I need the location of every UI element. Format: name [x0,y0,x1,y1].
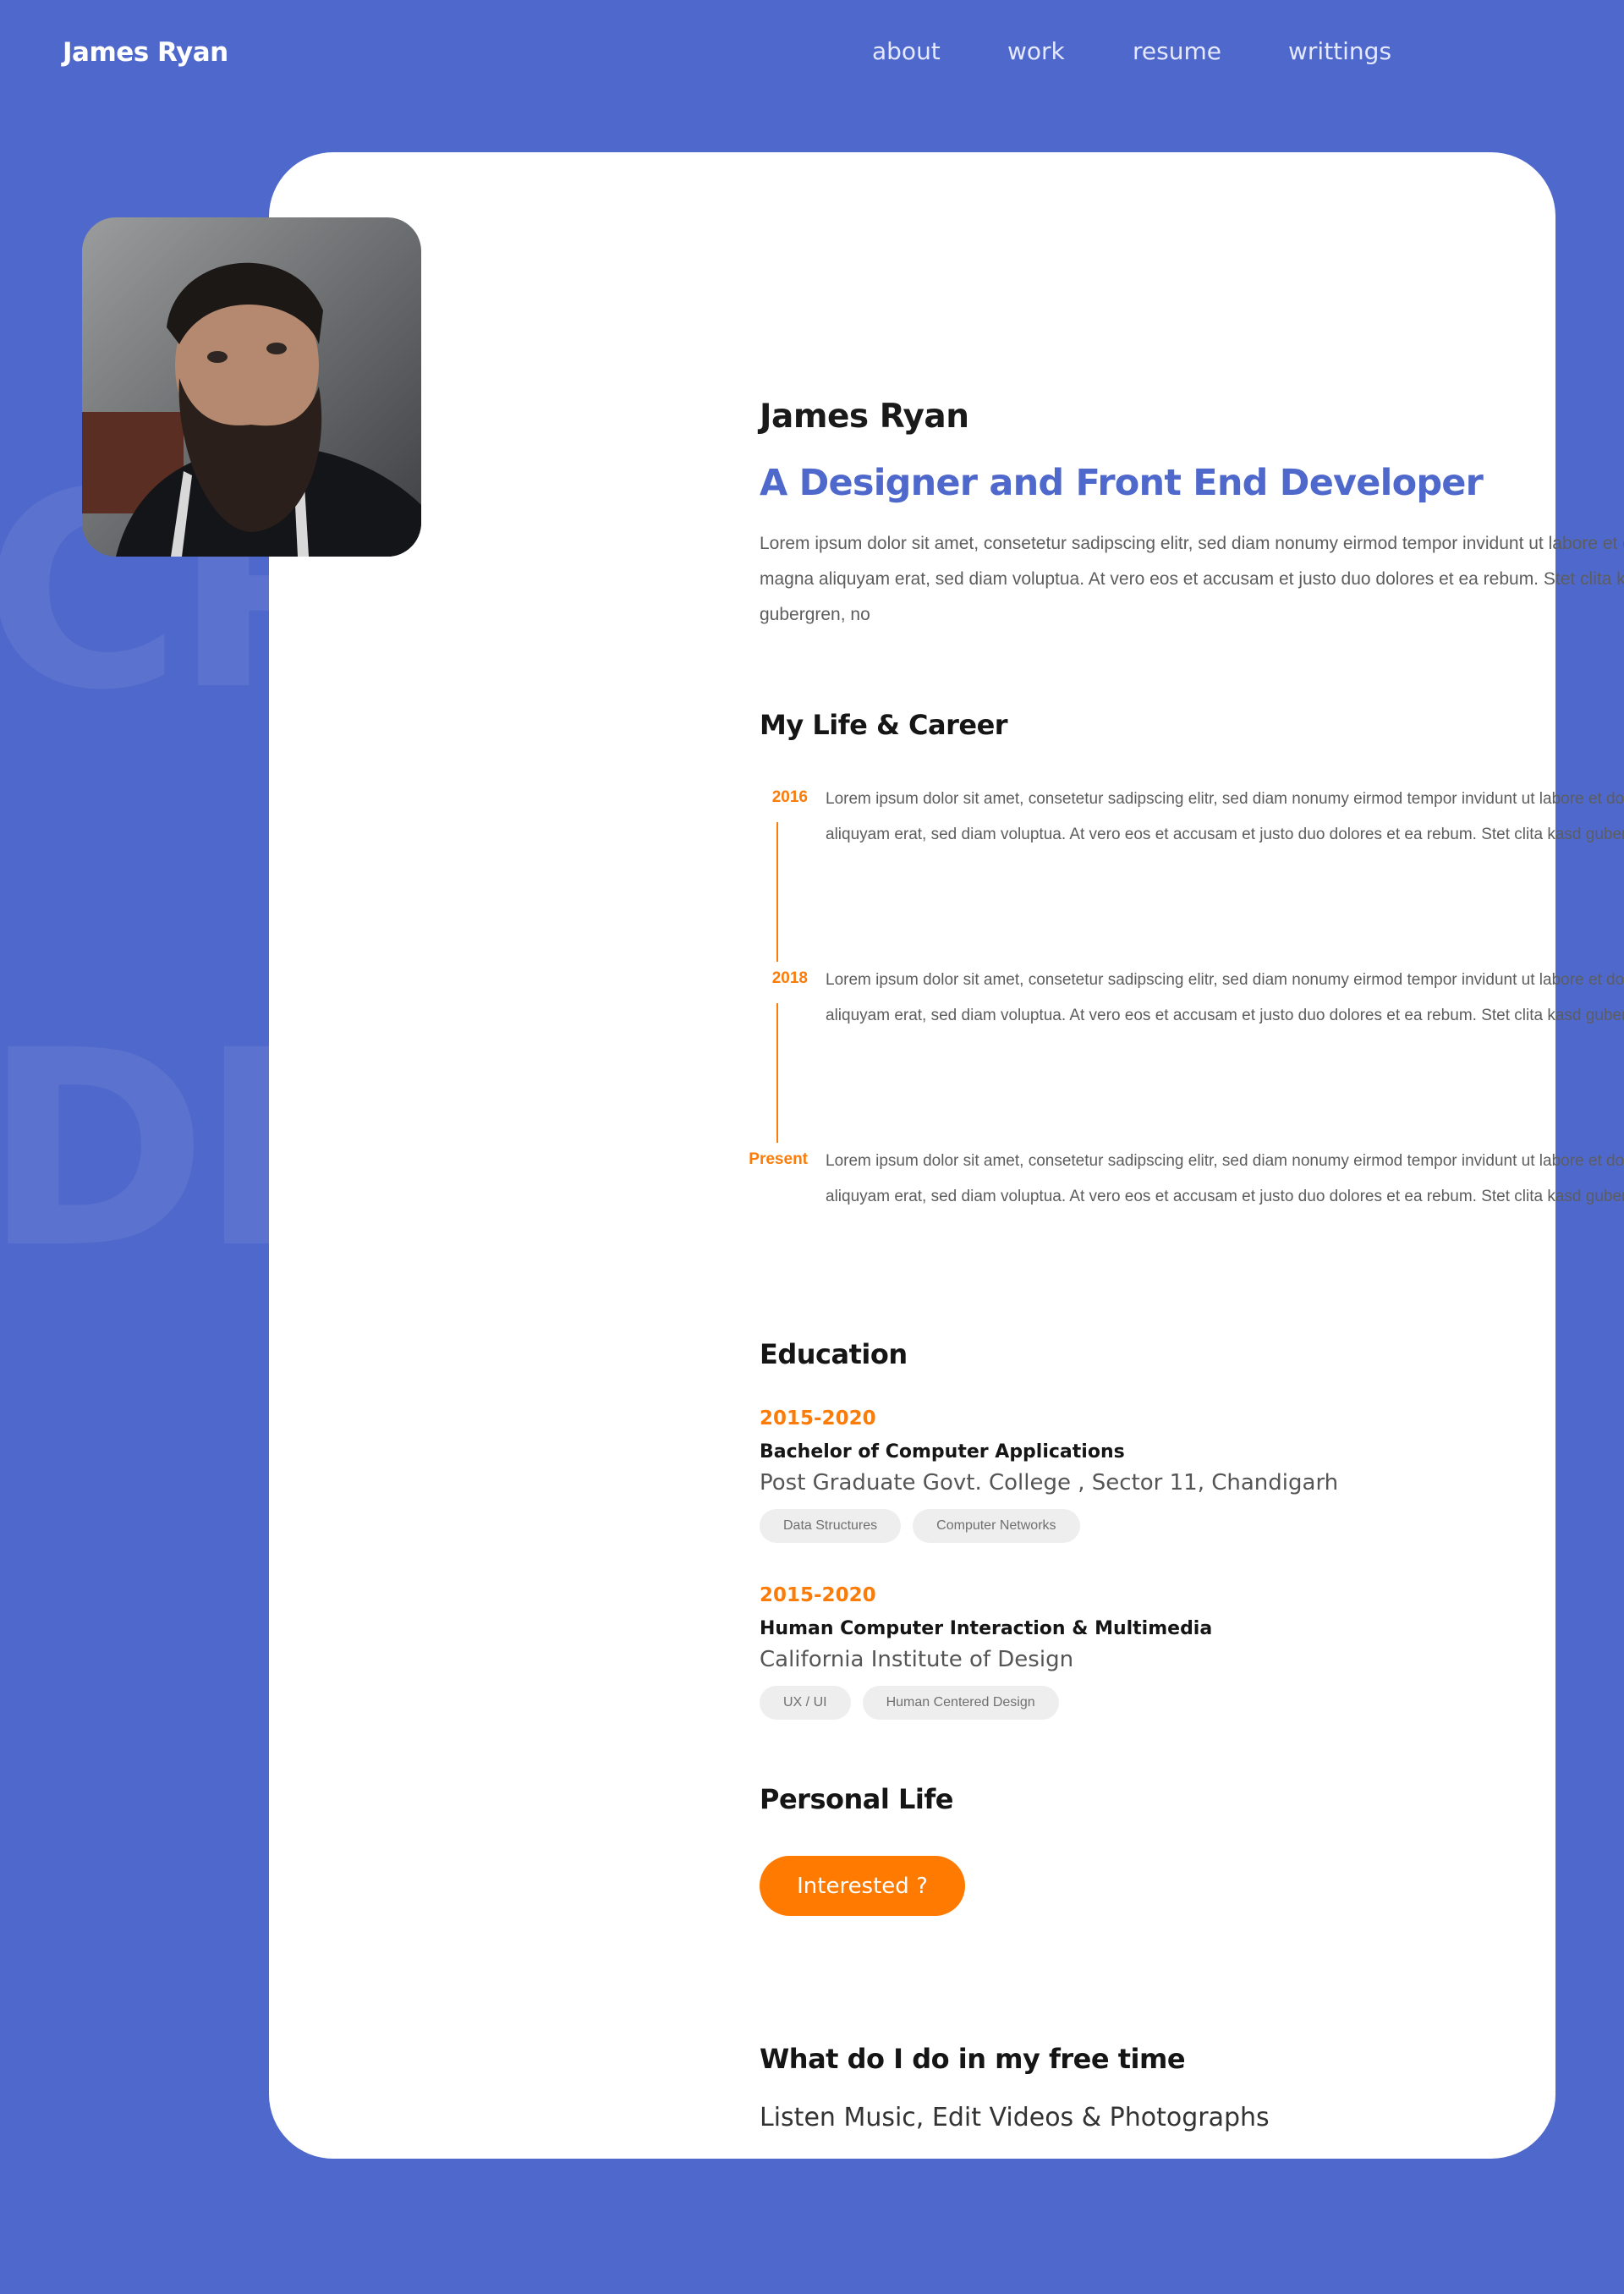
education-years: 2015-2020 [760,1584,876,1606]
education-degree: Human Computer Interaction & Multimedia [760,1618,1213,1639]
skill-tag: Human Centered Design [862,1686,1059,1720]
nav-work[interactable]: work [1007,37,1065,65]
profile-card: James Ryan A Designer and Front End Deve… [269,152,1624,2159]
profile-bio: Lorem ipsum dolor sit amet, consetetur s… [760,534,1624,624]
interested-button[interactable]: Interested ? [760,1856,965,1916]
timeline-year: Present [749,1150,808,1168]
education-school: Post Graduate Govt. College , Sector 11,… [760,1470,1339,1495]
timeline-text: Lorem ipsum dolor sit amet, consetetur s… [826,1152,1624,1205]
personal-life-heading: Personal Life [760,1783,953,1815]
skill-tag: UX / UI [760,1686,851,1720]
timeline-year: 2016 [771,788,808,806]
profile-photo [82,217,421,557]
profile-role: A Designer and Front End Developer [760,462,1484,504]
education-degree: Bachelor of Computer Applications [760,1441,1125,1463]
free-time-text: Listen Music, Edit Videos & Photographs [760,2103,1270,2132]
free-time-heading: What do I do in my free time [760,2043,1186,2075]
education-heading: Education [760,1338,908,1370]
education-tags: Data Structures Computer Networks [760,1509,1080,1543]
skill-tag: Computer Networks [913,1509,1080,1543]
nav-writtings[interactable]: writtings [1288,37,1391,65]
timeline-year: 2018 [771,969,808,987]
nav-about[interactable]: about [872,37,941,65]
profile-photo-image [82,217,421,557]
timeline-text: Lorem ipsum dolor sit amet, consetetur s… [826,790,1624,843]
career-heading: My Life & Career [760,709,1008,741]
timeline-line [776,822,778,962]
education-years: 2015-2020 [760,1408,876,1430]
profile-name: James Ryan [760,398,969,436]
education-school: California Institute of Design [760,1647,1074,1672]
timeline-line [776,1003,778,1143]
skill-tag: Data Structures [760,1509,902,1543]
brand-logo[interactable]: James Ryan [63,37,228,68]
timeline-text: Lorem ipsum dolor sit amet, consetetur s… [826,971,1624,1024]
education-tags: UX / UI Human Centered Design [760,1686,1059,1720]
nav-resume[interactable]: resume [1133,37,1221,65]
